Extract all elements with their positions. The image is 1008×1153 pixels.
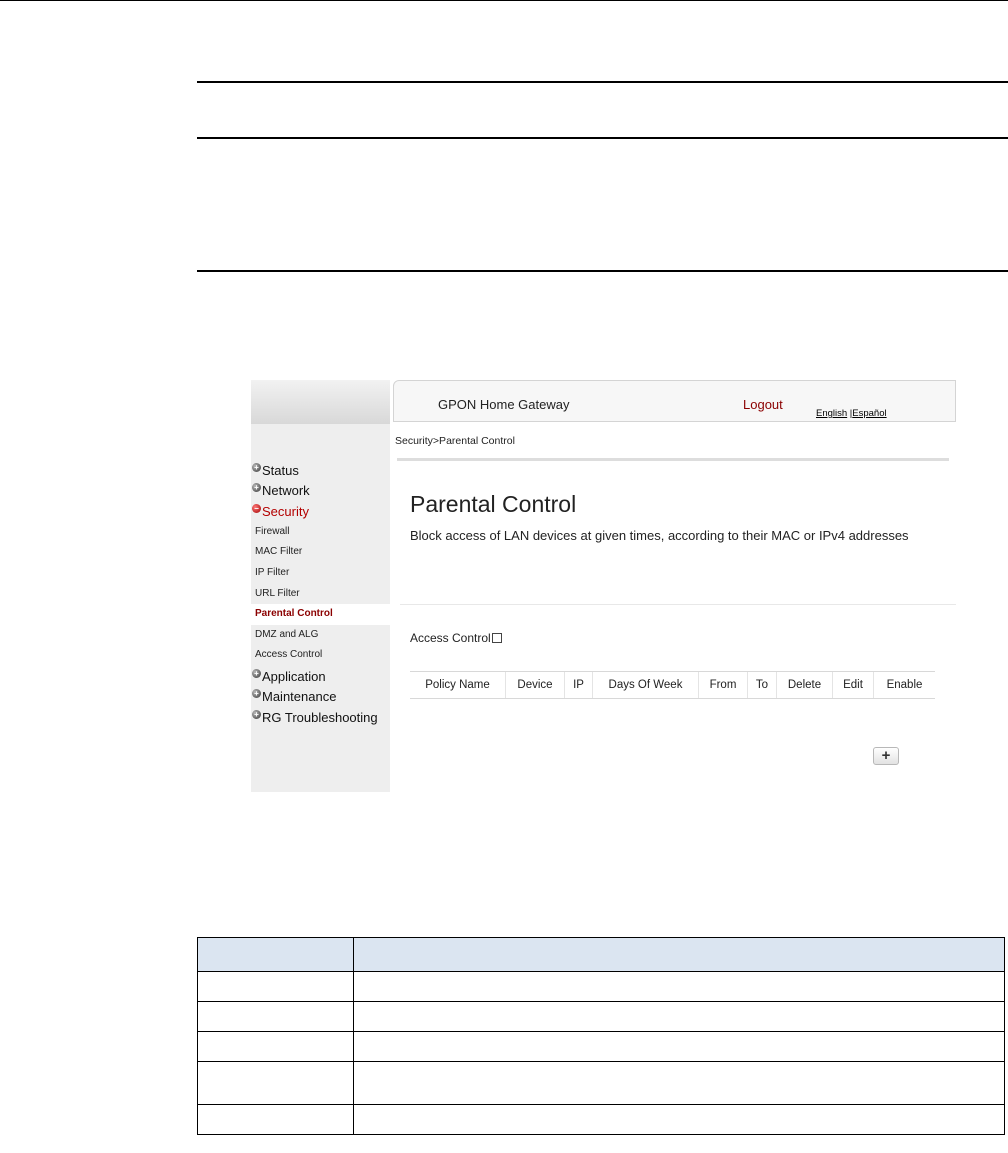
sidebar: + Status + Network − Security Firewall M… <box>251 380 390 792</box>
language-switcher: English |Español <box>816 408 887 419</box>
section-rule-2 <box>197 137 1008 139</box>
sidebar-header <box>251 380 390 424</box>
sidebar-subitem-mac-filter[interactable]: MAC Filter <box>251 542 390 563</box>
logout-link[interactable]: Logout <box>743 397 783 412</box>
access-control-label: Access Control <box>410 631 491 645</box>
table-cell <box>353 1104 1005 1135</box>
lang-spanish-link[interactable]: Español <box>852 408 886 419</box>
sidebar-item-label: Network <box>262 483 310 499</box>
expand-plus-icon: + <box>252 462 261 472</box>
sidebar-subitem-url-filter[interactable]: URL Filter <box>251 584 390 605</box>
page-description: Block access of LAN devices at given tim… <box>410 528 909 543</box>
col-enable: Enable <box>873 671 935 699</box>
table-cell <box>197 1061 354 1105</box>
sidebar-item-label: Maintenance <box>262 689 337 705</box>
description-table <box>197 937 1005 1135</box>
sidebar-item-network[interactable]: + Network <box>251 481 390 502</box>
collapse-minus-icon: − <box>252 503 261 513</box>
access-control-checkbox[interactable] <box>491 633 502 643</box>
breadcrumb-divider <box>397 458 949 461</box>
table-cell <box>353 1031 1005 1062</box>
add-policy-button[interactable]: + <box>873 747 899 765</box>
header-cell <box>197 937 354 972</box>
section-rule-1 <box>197 81 1008 83</box>
sidebar-item-label: RG Troubleshooting <box>262 709 378 725</box>
expand-plus-icon: + <box>252 668 261 678</box>
top-bar: GPON Home Gateway Logout English |Españo… <box>393 380 956 422</box>
sidebar-item-application[interactable]: + Application <box>251 666 390 687</box>
table-cell <box>197 971 354 1002</box>
sidebar-subitem-parental-control[interactable]: Parental Control <box>251 604 390 625</box>
sidebar-subitem-ip-filter[interactable]: IP Filter <box>251 563 390 584</box>
col-delete: Delete <box>776 671 833 699</box>
table-cell <box>353 971 1005 1002</box>
lang-english-link[interactable]: English <box>816 408 847 419</box>
header-cell <box>353 937 1005 972</box>
breadcrumb: Security>Parental Control <box>395 435 515 447</box>
table-row <box>197 1031 1005 1062</box>
col-policy-name: Policy Name <box>410 671 506 699</box>
table-cell <box>197 1104 354 1135</box>
expand-plus-icon: + <box>252 689 261 699</box>
sidebar-subitem-firewall[interactable]: Firewall <box>251 522 390 543</box>
table-row <box>197 1001 1005 1032</box>
page-top-rule <box>0 0 1008 1</box>
sidebar-subitem-access-control[interactable]: Access Control <box>251 645 390 666</box>
table-cell <box>197 1031 354 1062</box>
expand-plus-icon: + <box>252 709 261 719</box>
table-cell <box>353 1001 1005 1032</box>
sidebar-item-maintenance[interactable]: + Maintenance <box>251 687 390 708</box>
col-from: From <box>698 671 748 699</box>
access-control-row: Access Control <box>410 631 502 645</box>
col-edit: Edit <box>832 671 874 699</box>
content-divider <box>400 604 956 605</box>
sidebar-item-security[interactable]: − Security <box>251 501 390 522</box>
policy-table-header-row: Policy Name Device IP Days Of Week From … <box>410 671 935 699</box>
sidebar-item-label: Security <box>262 503 309 519</box>
table-row <box>197 1104 1005 1135</box>
sidebar-item-rg-troubleshooting[interactable]: + RG Troubleshooting <box>251 707 390 728</box>
table-cell <box>197 1001 354 1032</box>
table-row <box>197 971 1005 1002</box>
col-days-of-week: Days Of Week <box>592 671 699 699</box>
expand-plus-icon: + <box>252 483 261 493</box>
sidebar-item-status[interactable]: + Status <box>251 460 390 481</box>
app-title: GPON Home Gateway <box>438 397 570 412</box>
gateway-screenshot: + Status + Network − Security Firewall M… <box>251 380 956 792</box>
sidebar-subitem-dmz-alg[interactable]: DMZ and ALG <box>251 625 390 646</box>
table-row <box>197 1061 1005 1105</box>
col-device: Device <box>505 671 565 699</box>
policy-table: Policy Name Device IP Days Of Week From … <box>410 671 935 699</box>
col-to: To <box>747 671 777 699</box>
col-ip: IP <box>564 671 593 699</box>
sidebar-nav: + Status + Network − Security Firewall M… <box>251 460 390 728</box>
sidebar-item-label: Status <box>262 462 299 478</box>
section-rule-3 <box>197 270 1008 272</box>
page-title: Parental Control <box>410 491 577 517</box>
description-table-header <box>197 937 1005 972</box>
sidebar-item-label: Application <box>262 668 326 684</box>
table-cell <box>353 1061 1005 1105</box>
